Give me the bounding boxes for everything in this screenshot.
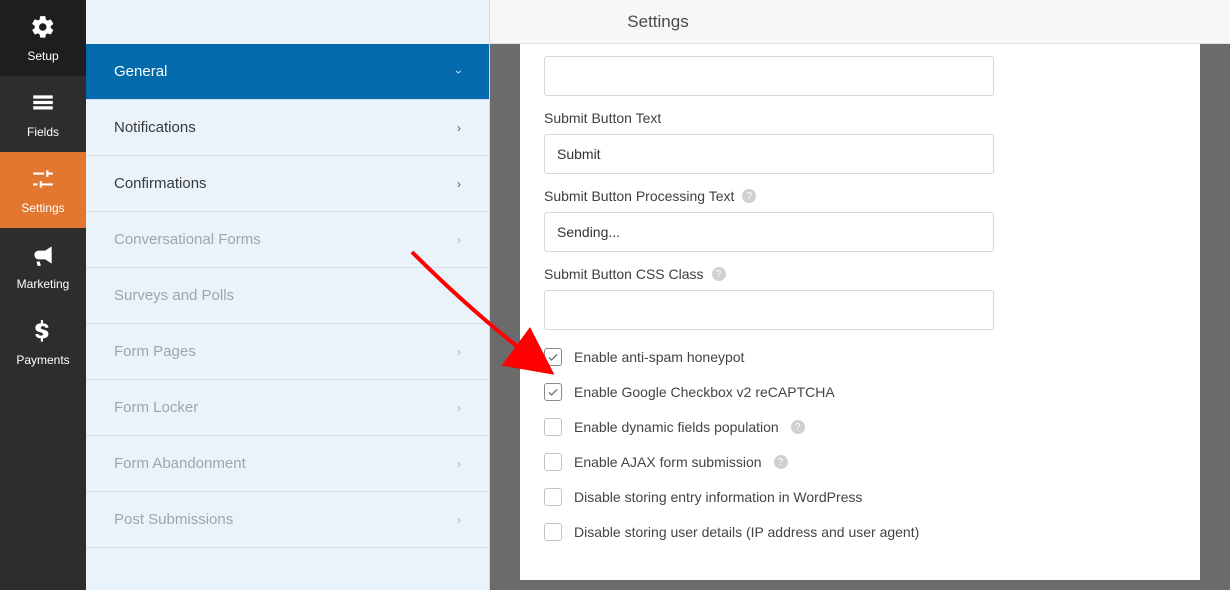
panel-item-label: Surveys and Polls <box>114 287 234 304</box>
panel-item-label: Form Locker <box>114 399 198 416</box>
check-label: Disable storing entry information in Wor… <box>574 489 862 505</box>
check-row-dynamic-fields: Enable dynamic fields population ? <box>544 418 1176 436</box>
sidebar-item-marketing[interactable]: Marketing <box>0 228 86 304</box>
form-icon <box>30 90 56 119</box>
processing-text-input[interactable] <box>544 212 994 252</box>
checkbox-disable-user-details[interactable] <box>544 523 562 541</box>
submit-text-label: Submit Button Text <box>544 110 1176 126</box>
panel-item-conversational-forms[interactable]: Conversational Forms › <box>86 212 489 268</box>
check-label: Enable Google Checkbox v2 reCAPTCHA <box>574 384 835 400</box>
settings-panel: General › Notifications › Confirmations … <box>86 0 490 590</box>
check-label: Enable AJAX form submission <box>574 454 762 470</box>
chevron-right-icon: › <box>457 177 461 191</box>
check-label: Disable storing user details (IP address… <box>574 524 919 540</box>
panel-item-label: Form Pages <box>114 343 196 360</box>
panel-item-label: Notifications <box>114 119 196 136</box>
panel-item-post-submissions[interactable]: Post Submissions › <box>86 492 489 548</box>
check-row-disable-user-details: Disable storing user details (IP address… <box>544 523 1176 541</box>
panel-item-form-pages[interactable]: Form Pages › <box>86 324 489 380</box>
panel-item-confirmations[interactable]: Confirmations › <box>86 156 489 212</box>
top-input[interactable] <box>544 56 994 96</box>
sliders-icon <box>30 166 56 195</box>
checkbox-recaptcha[interactable] <box>544 383 562 401</box>
chevron-right-icon: › <box>457 233 461 247</box>
sidebar-item-fields[interactable]: Fields <box>0 76 86 152</box>
panel-item-label: Form Abandonment <box>114 455 246 472</box>
panel-item-label: General <box>114 63 167 80</box>
panel-item-label: Post Submissions <box>114 511 233 528</box>
page-title: Settings <box>627 12 688 32</box>
check-row-honeypot: Enable anti-spam honeypot <box>544 348 1176 366</box>
form-group-submit-text: Submit Button Text <box>544 110 1176 174</box>
form-group-processing-text: Submit Button Processing Text ? <box>544 188 1176 252</box>
panel-item-general[interactable]: General › <box>86 44 489 100</box>
panel-spacer <box>86 0 489 44</box>
sidebar-item-payments[interactable]: Payments <box>0 304 86 380</box>
sidebar-item-label: Fields <box>27 125 59 139</box>
sidebar-item-label: Payments <box>16 353 69 367</box>
sidebar-item-settings[interactable]: Settings <box>0 152 86 228</box>
dollar-icon <box>30 318 56 347</box>
checkbox-honeypot[interactable] <box>544 348 562 366</box>
checkbox-dynamic-fields[interactable] <box>544 418 562 436</box>
check-label: Enable dynamic fields population <box>574 419 779 435</box>
css-class-label: Submit Button CSS Class <box>544 266 704 282</box>
checkbox-ajax[interactable] <box>544 453 562 471</box>
gear-icon <box>30 14 56 43</box>
css-class-input[interactable] <box>544 290 994 330</box>
sidebar-item-label: Settings <box>21 201 64 215</box>
form-group-css-class: Submit Button CSS Class ? <box>544 266 1176 330</box>
chevron-right-icon: › <box>457 401 461 415</box>
content-background: Submit Button Text Submit Button Process… <box>490 44 1230 590</box>
main-sidebar: Setup Fields Settings Marketing Payments <box>0 0 86 590</box>
check-row-recaptcha: Enable Google Checkbox v2 reCAPTCHA <box>544 383 1176 401</box>
chevron-right-icon: › <box>457 457 461 471</box>
processing-text-label: Submit Button Processing Text <box>544 188 734 204</box>
sidebar-item-label: Marketing <box>17 277 70 291</box>
bullhorn-icon <box>30 242 56 271</box>
check-row-disable-entry: Disable storing entry information in Wor… <box>544 488 1176 506</box>
panel-item-label: Confirmations <box>114 175 207 192</box>
checkbox-list: Enable anti-spam honeypot Enable Google … <box>544 348 1176 541</box>
checkbox-disable-entry[interactable] <box>544 488 562 506</box>
settings-form: Submit Button Text Submit Button Process… <box>520 44 1200 580</box>
help-icon[interactable]: ? <box>742 189 756 203</box>
chevron-right-icon: › <box>457 289 461 303</box>
sidebar-item-label: Setup <box>27 49 58 63</box>
form-group-top <box>544 56 1176 96</box>
check-label: Enable anti-spam honeypot <box>574 349 744 365</box>
chevron-right-icon: › <box>457 121 461 135</box>
help-icon[interactable]: ? <box>712 267 726 281</box>
panel-item-form-locker[interactable]: Form Locker › <box>86 380 489 436</box>
chevron-right-icon: › <box>457 513 461 527</box>
sidebar-item-setup[interactable]: Setup <box>0 0 86 76</box>
panel-item-surveys-polls[interactable]: Surveys and Polls › <box>86 268 489 324</box>
panel-item-label: Conversational Forms <box>114 231 261 248</box>
submit-text-input[interactable] <box>544 134 994 174</box>
chevron-right-icon: › <box>457 345 461 359</box>
help-icon[interactable]: ? <box>791 420 805 434</box>
panel-item-notifications[interactable]: Notifications › <box>86 100 489 156</box>
help-icon[interactable]: ? <box>774 455 788 469</box>
check-row-ajax: Enable AJAX form submission ? <box>544 453 1176 471</box>
chevron-down-icon: › <box>452 70 466 74</box>
panel-item-form-abandonment[interactable]: Form Abandonment › <box>86 436 489 492</box>
